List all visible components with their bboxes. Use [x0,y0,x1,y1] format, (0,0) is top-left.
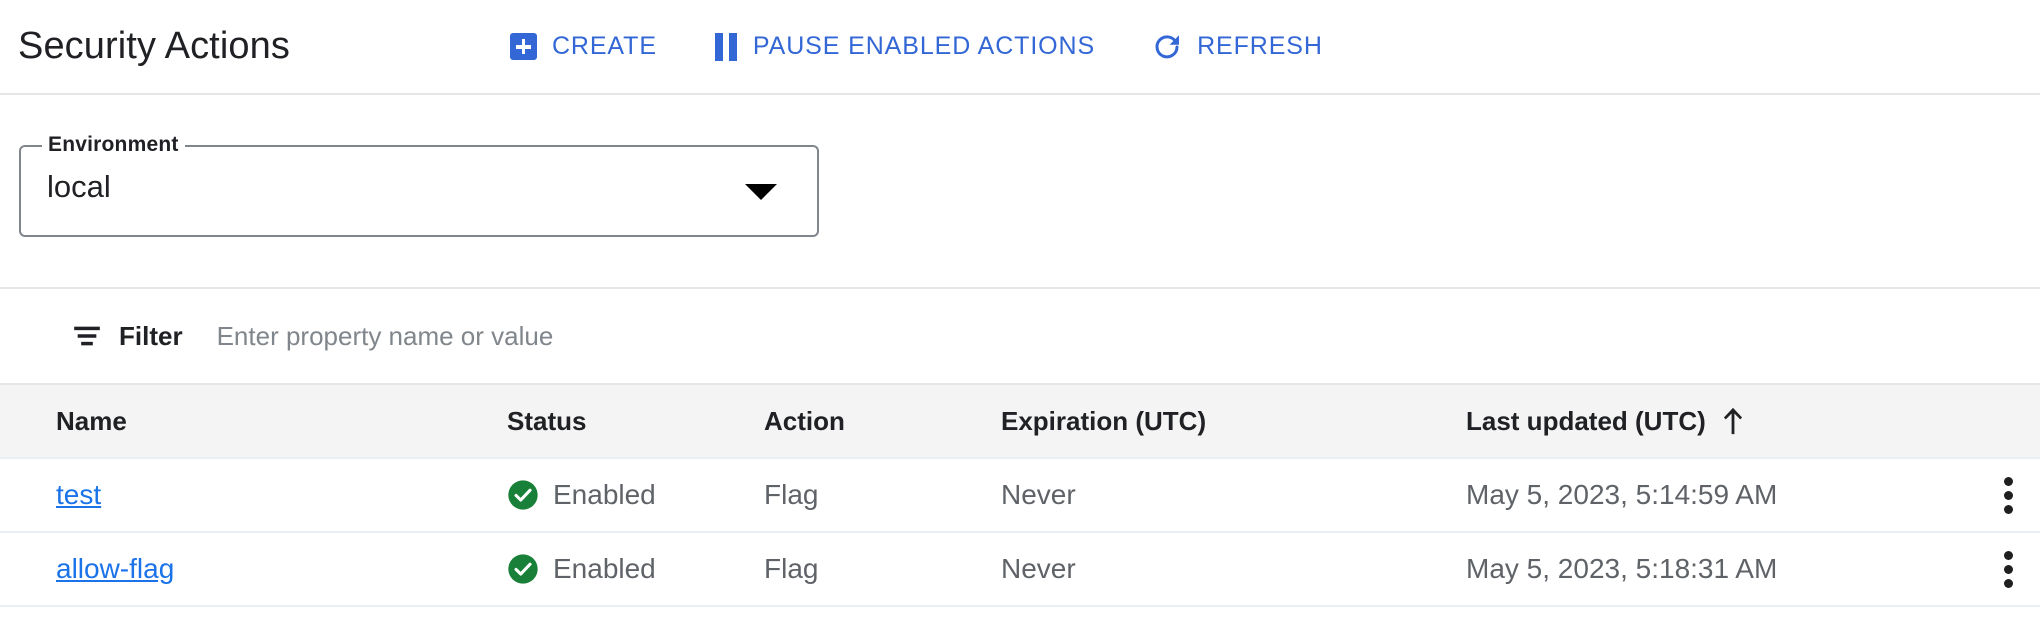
refresh-button[interactable]: REFRESH [1150,26,1325,68]
create-button-label: CREATE [551,32,657,60]
cell-action: Flag [764,532,1001,607]
filter-input[interactable] [216,320,1117,352]
column-header-expiration[interactable]: Expiration (UTC) [1001,384,1466,458]
action-name-link[interactable]: test [56,479,101,510]
table-header: Name Status Action Expiration (UTC) Last… [0,384,2040,458]
more-vert-icon[interactable] [2004,546,2014,593]
status-text: Enabled [553,553,656,584]
cell-name: test [0,457,507,533]
status-text: Enabled [553,479,656,510]
environment-value: local [47,169,111,204]
cell-status: Enabled [507,532,764,607]
environment-section: Environment local [0,95,2040,287]
cell-row-menu [1966,457,2040,533]
pause-enabled-actions-button[interactable]: PAUSE ENABLED ACTIONS [712,27,1097,67]
plus-box-icon [509,33,537,60]
chevron-down-icon[interactable] [745,184,777,200]
cell-expiration: Never [1001,532,1466,607]
pause-enabled-actions-button-label: PAUSE ENABLED ACTIONS [752,32,1096,60]
refresh-icon [1152,32,1182,62]
environment-label: Environment [42,134,185,155]
create-button[interactable]: CREATE [508,27,659,66]
cell-last-updated: May 5, 2023, 5:14:59 AM [1466,457,1966,533]
pause-icon [714,32,738,61]
column-header-name[interactable]: Name [0,384,507,458]
action-name-link[interactable]: allow-flag [56,553,174,584]
table-row[interactable]: allow-flag Enabled Flag Never May 5, 202… [0,532,2040,607]
column-header-last-updated-label: Last updated (UTC) [1466,405,1706,436]
filter-bar: Filter [0,287,2040,383]
toolbar: CREATE PAUSE ENABLED ACTIONS REFRESH [508,26,1325,68]
security-actions-table: Name Status Action Expiration (UTC) Last… [0,383,2040,607]
cell-status: Enabled [507,457,764,533]
table-header-row: Name Status Action Expiration (UTC) Last… [0,384,2040,458]
cell-action: Flag [764,457,1001,533]
arrow-up-icon [1722,407,1744,435]
filter-icon[interactable] [73,325,119,347]
page-header: Security Actions CREATE PAUSE ENABLED AC… [0,0,2040,95]
cell-name: allow-flag [0,532,507,607]
environment-select[interactable]: Environment local [19,134,819,237]
filter-label: Filter [119,320,183,351]
refresh-button-label: REFRESH [1197,32,1323,60]
cell-last-updated: May 5, 2023, 5:18:31 AM [1466,532,1966,607]
column-header-last-updated[interactable]: Last updated (UTC) [1466,384,1966,458]
column-header-status[interactable]: Status [507,384,764,458]
check-circle-icon [507,553,539,585]
column-header-menu [1966,384,2040,458]
table-body: test Enabled Flag Never May 5, 2023, 5:1… [0,457,2040,607]
check-circle-icon [507,479,539,511]
page-title: Security Actions [18,25,290,67]
table-row[interactable]: test Enabled Flag Never May 5, 2023, 5:1… [0,457,2040,533]
cell-expiration: Never [1001,457,1466,533]
cell-row-menu [1966,532,2040,607]
column-header-action[interactable]: Action [764,384,1001,458]
more-vert-icon[interactable] [2004,472,2014,519]
